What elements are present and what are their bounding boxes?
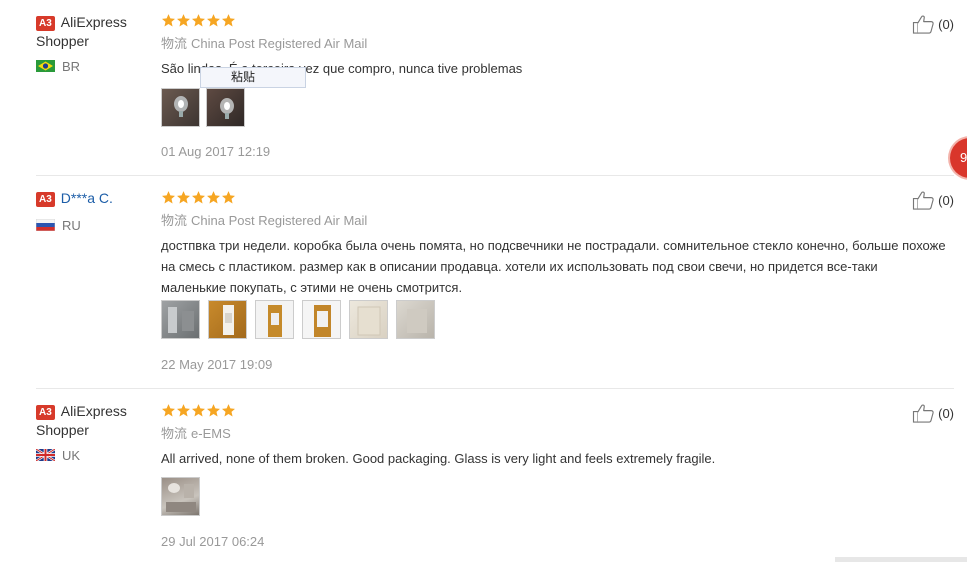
thumbs-up-icon (912, 403, 938, 423)
thumbs-up-icon (912, 14, 938, 34)
rating-stars (161, 403, 236, 419)
review-photos (161, 300, 435, 339)
scroll-shadow (835, 557, 967, 562)
paste-tooltip[interactable]: 粘贴 (200, 67, 306, 88)
uk-flag-icon (36, 449, 55, 461)
star-icon (222, 191, 235, 204)
star-icon (162, 404, 175, 417)
star-icon (162, 14, 175, 27)
star-icon (222, 14, 235, 27)
star-icon (162, 191, 175, 204)
star-icon (192, 14, 205, 27)
star-icon (192, 404, 205, 417)
review-text: All arrived, none of them broken. Good p… (161, 451, 716, 466)
reviewer-country: RU (36, 218, 81, 234)
reviewer-country: UK (36, 448, 80, 464)
reviewer: A3 AliExpress Shopper (36, 402, 151, 440)
brazil-flag-icon (36, 60, 55, 72)
buyer-level-badge: A3 (36, 192, 55, 207)
star-icon (177, 404, 190, 417)
review-text: достпвка три недели. коробка была очень … (161, 238, 946, 295)
star-icon (177, 191, 190, 204)
review-photo[interactable] (349, 300, 388, 339)
review-photo[interactable] (302, 300, 341, 339)
thumbs-up-icon (912, 190, 938, 210)
star-icon (192, 191, 205, 204)
review-item: A3 AliExpress Shopper BR 物流 China Post Reg… (36, 0, 954, 175)
buyer-level-badge: A3 (36, 405, 55, 420)
review-photos (161, 477, 200, 516)
star-icon (177, 14, 190, 27)
review-item: A3 AliExpress Shopper UK 物流 e-EMS All arri… (36, 389, 954, 562)
review-photo[interactable] (255, 300, 294, 339)
star-icon (207, 14, 220, 27)
star-icon (222, 404, 235, 417)
review-date: 22 May 2017 19:09 (161, 357, 273, 372)
reviewer-name[interactable]: D***a C. (61, 190, 113, 206)
helpful-button[interactable]: (0) (912, 190, 954, 210)
review-photo[interactable] (161, 477, 200, 516)
review-photo[interactable] (208, 300, 247, 339)
helpful-button[interactable]: (0) (912, 403, 954, 423)
rating-stars (161, 13, 236, 29)
review-date: 01 Aug 2017 12:19 (161, 144, 271, 159)
review-date: 29 Jul 2017 06:24 (161, 534, 265, 549)
review-photo[interactable] (161, 88, 200, 127)
review-item: A3 D***a C. RU 物流 China Post Registered Ai… (36, 176, 954, 388)
reviewer: A3 D***a C. (36, 189, 151, 208)
russia-flag-icon (36, 219, 55, 231)
shipping-info: 物流 China Post Registered Air Mail (161, 36, 368, 51)
star-icon (207, 191, 220, 204)
reviewer: A3 AliExpress Shopper (36, 13, 151, 51)
rating-stars (161, 190, 236, 206)
shipping-info: 物流 China Post Registered Air Mail (161, 213, 368, 228)
review-photo[interactable] (161, 300, 200, 339)
review-photo[interactable] (396, 300, 435, 339)
buyer-level-badge: A3 (36, 16, 55, 31)
shipping-info: 物流 e-EMS (161, 426, 231, 441)
review-photos (161, 88, 245, 127)
star-icon (207, 404, 220, 417)
helpful-button[interactable]: (0) (912, 14, 954, 34)
review-photo[interactable] (206, 88, 245, 127)
reviewer-country: BR (36, 59, 80, 75)
